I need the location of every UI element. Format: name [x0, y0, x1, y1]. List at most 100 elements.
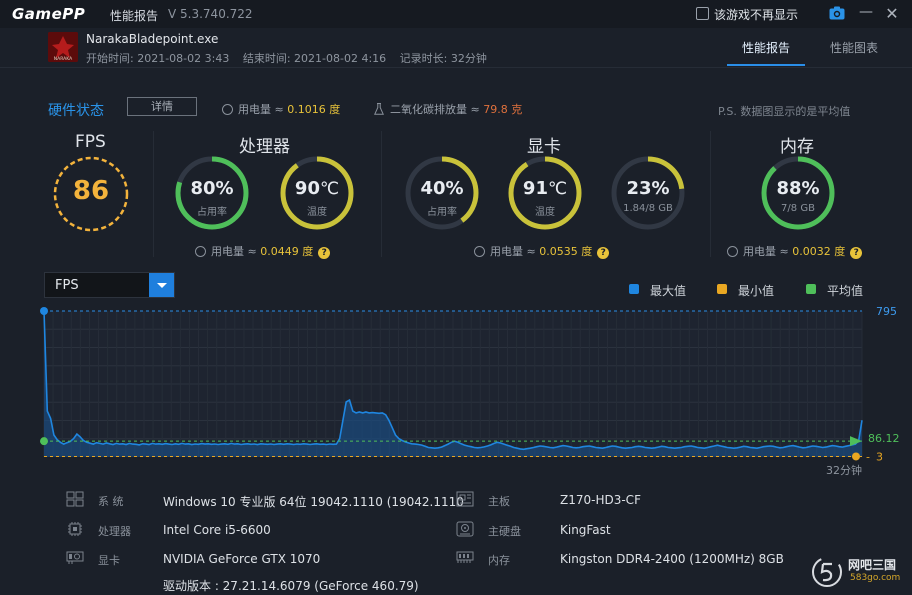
cpu-power-label: 用电量 ≈ — [211, 245, 261, 258]
ram-power: 用电量 ≈ 0.0032 度? — [727, 243, 863, 259]
power-icon — [727, 246, 738, 257]
cpu-icon — [68, 522, 82, 536]
hardware-status-title: 硬件状态 — [48, 103, 104, 119]
legend-avg-label: 平均值 — [827, 284, 864, 298]
help-icon[interactable]: ? — [850, 247, 863, 259]
max-value-label: 795 — [876, 305, 897, 318]
legend-max-label: 最大值 — [650, 284, 687, 298]
active-tab-indicator — [727, 64, 805, 66]
cpu-power: 用电量 ≈ 0.0449 度? — [195, 243, 331, 259]
divider — [153, 131, 154, 257]
driver-version: 驱动版本 : 27.21.14.6079 (GeForce 460.79) — [163, 579, 419, 593]
co2-flask-icon — [374, 103, 384, 115]
co2-value: 79.8 克 — [483, 103, 523, 116]
cpu-usage-label: 占用率 — [197, 207, 227, 218]
help-icon[interactable]: ? — [597, 247, 610, 259]
cpu-temp-unit: ℃ — [319, 179, 340, 199]
total-power-value: 0.1016 度 — [287, 103, 341, 116]
harddisk-label: 主硬盘 — [488, 525, 521, 538]
minimize-button[interactable]: — — [858, 4, 874, 22]
gpu-icon — [66, 551, 84, 564]
avg-value-label: 86.12 — [868, 432, 900, 445]
cpu-power-value: 0.0449 度 — [260, 245, 314, 258]
gpu-temp-value: 91℃ — [507, 178, 583, 199]
os-label: 系 统 — [98, 495, 124, 508]
ram-usage-label: 7/8 GB — [781, 203, 815, 214]
min-point — [852, 452, 860, 461]
legend-min-label: 最小值 — [738, 284, 775, 298]
gpu-temp-number: 91 — [522, 178, 548, 199]
cpu-temp-number: 90 — [294, 178, 320, 199]
avg-point — [40, 437, 48, 446]
screenshot-camera-icon[interactable] — [829, 6, 845, 20]
motherboard-value: Z170-HD3-CF — [560, 493, 641, 507]
tab-performance-report[interactable]: 性能报告 — [742, 39, 790, 56]
gpu-title: 显卡 — [527, 137, 561, 157]
metric-select[interactable]: FPS — [44, 272, 175, 298]
gpu-memory-label: 1.84/8 GB — [623, 203, 673, 214]
harddisk-icon — [456, 521, 474, 537]
min-value-label: 3 — [876, 450, 883, 463]
game-name: NarakaBladepoint.exe — [86, 32, 219, 46]
memory-value: Kingston DDR4-2400 (1200MHz) 8GB — [560, 552, 784, 566]
motherboard-label: 主板 — [488, 495, 510, 508]
gpu-power: 用电量 ≈ 0.0535 度? — [474, 243, 610, 259]
power-icon — [195, 246, 206, 257]
co2-emission: 二氧化碳排放量 ≈ 79.8 克 — [374, 101, 522, 117]
cpu-value: Intel Core i5-6600 — [163, 523, 271, 537]
ram-power-value: 0.0032 度 — [792, 245, 846, 258]
fps-title: FPS — [75, 132, 106, 152]
start-time: 开始时间: 2021-08-02 3:43 — [86, 52, 230, 65]
ram-usage-value: 88% — [776, 178, 820, 199]
watermark-logo-icon — [812, 557, 842, 587]
gpu-temp-label: 温度 — [535, 207, 555, 218]
memory-icon — [456, 551, 474, 563]
metric-select-value: FPS — [55, 278, 79, 293]
ram-power-label: 用电量 ≈ — [743, 245, 793, 258]
divider — [381, 131, 382, 257]
fps-chart: 795 86.12 - 3 32分钟 — [40, 305, 900, 477]
co2-label: 二氧化碳排放量 ≈ — [390, 103, 484, 116]
total-power-label: 用电量 ≈ — [238, 103, 288, 116]
duration: 记录时长: 32分钟 — [399, 52, 487, 65]
title-bar: GamePP 性能报告 V 5.3.740.722 该游戏不再显示 — ✕ — [0, 0, 912, 28]
header-divider — [0, 67, 912, 68]
cpu-temp-value: 90℃ — [279, 178, 355, 199]
power-icon — [474, 246, 485, 257]
total-power: 用电量 ≈ 0.1016 度 — [222, 101, 340, 117]
average-note: P.S. 数据图显示的是平均值 — [718, 105, 851, 118]
x-end-label: 32分钟 — [826, 463, 862, 477]
watermark-name: 网吧三国 — [848, 558, 897, 572]
max-point — [40, 307, 48, 315]
gpu-power-label: 用电量 ≈ — [490, 245, 540, 258]
watermark-domain: 583go.com — [850, 573, 901, 583]
end-time: 结束时间: 2021-08-02 4:16 — [242, 52, 387, 65]
dont-show-checkbox[interactable] — [696, 7, 709, 20]
window-title: 性能报告 — [110, 9, 159, 23]
memory-label: 内存 — [488, 554, 510, 567]
cpu-title: 处理器 — [239, 137, 290, 157]
power-icon — [222, 104, 233, 115]
legend-max-swatch — [629, 284, 639, 294]
chevron-down-icon[interactable] — [149, 273, 174, 297]
gpu-usage-label: 占用率 — [427, 207, 457, 218]
game-icon: NARAKA — [48, 32, 78, 62]
gpu-temp-unit: ℃ — [547, 179, 568, 199]
harddisk-value: KingFast — [560, 523, 611, 537]
gpu-label: 显卡 — [98, 554, 120, 567]
help-icon[interactable]: ? — [318, 247, 331, 259]
tab-performance-chart[interactable]: 性能图表 — [830, 39, 878, 56]
motherboard-icon — [456, 491, 474, 507]
app-version: V 5.3.740.722 — [168, 7, 253, 21]
gpu-power-value: 0.0535 度 — [539, 245, 593, 258]
app-logo: GamePP — [12, 5, 86, 23]
game-icon-text: NARAKA — [54, 56, 73, 62]
session-times: 开始时间: 2021-08-02 3:43 结束时间: 2021-08-02 4… — [86, 50, 497, 66]
ram-title: 内存 — [780, 137, 814, 157]
chart-grid — [43, 311, 863, 457]
close-button[interactable]: ✕ — [884, 4, 900, 23]
min-value-dash: - — [866, 450, 870, 463]
gpu-usage-value: 40% — [420, 178, 464, 199]
dont-show-label[interactable]: 该游戏不再显示 — [714, 6, 798, 23]
details-button[interactable]: 详情 — [127, 97, 197, 116]
